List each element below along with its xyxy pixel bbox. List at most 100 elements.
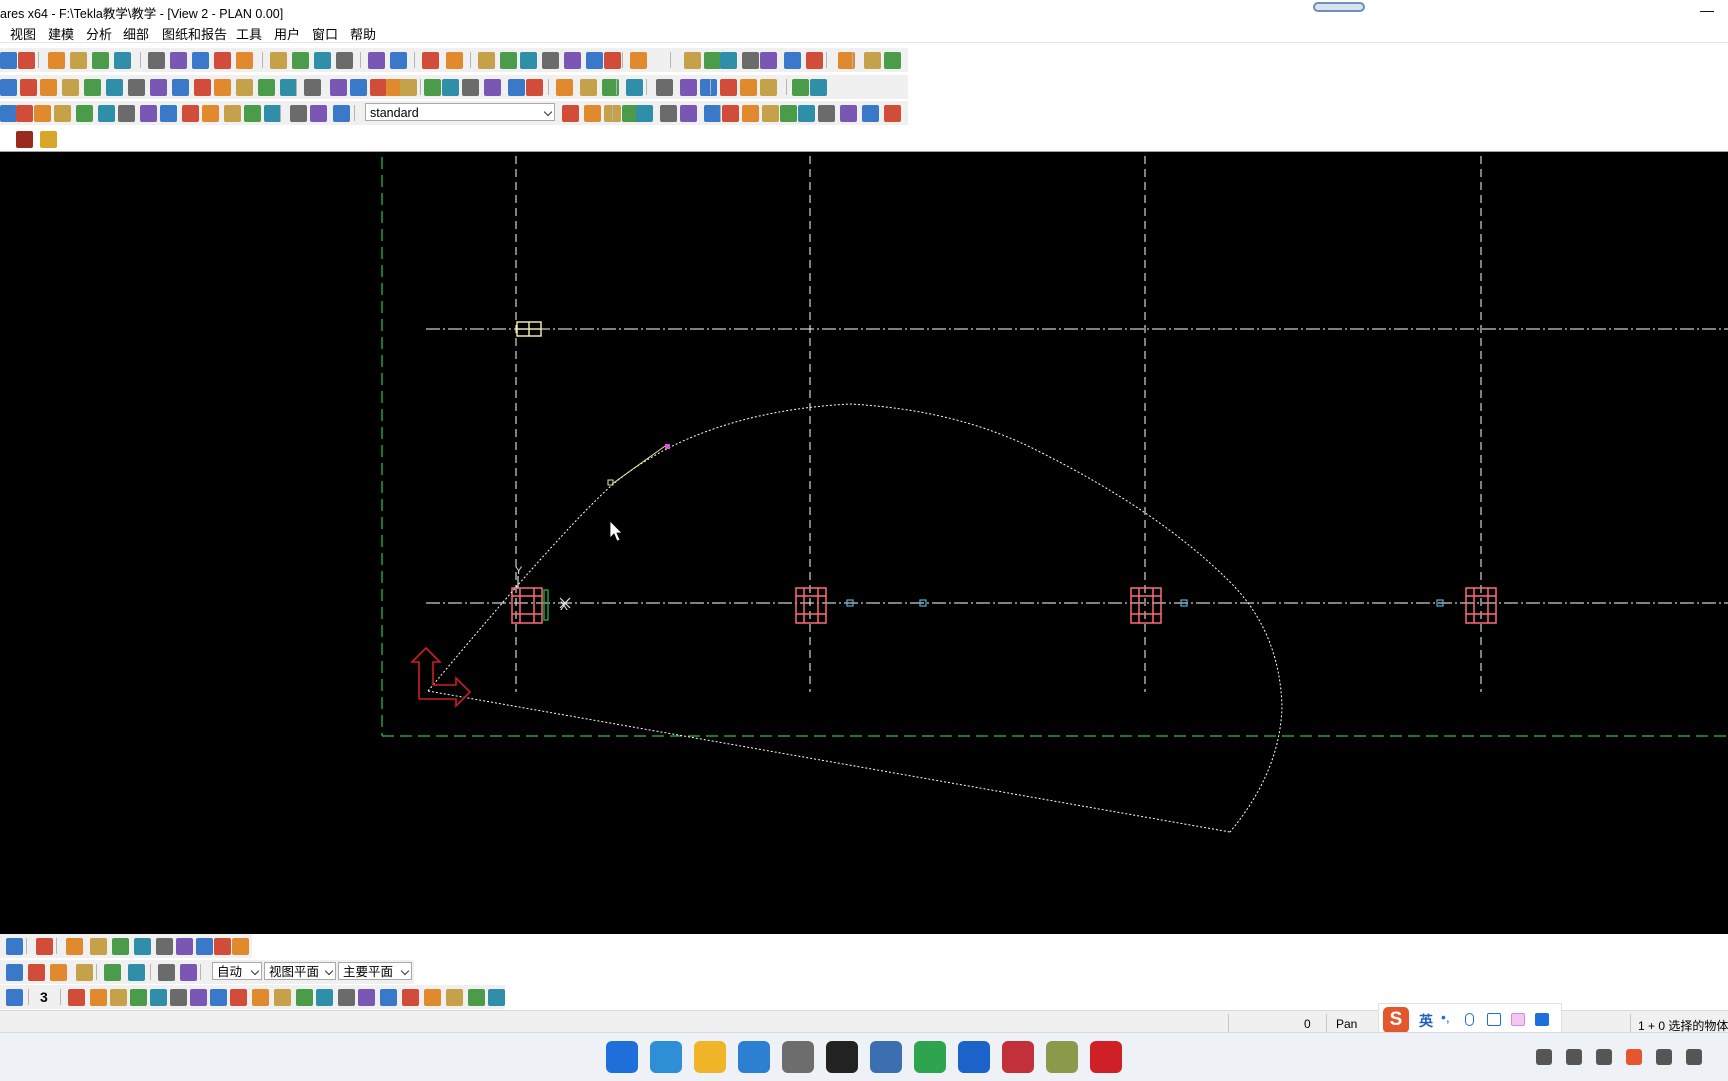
- view-icon[interactable]: [170, 989, 187, 1006]
- print-icon[interactable]: [114, 52, 131, 69]
- rotate-icon[interactable]: [350, 79, 367, 96]
- select-icon[interactable]: [214, 52, 231, 69]
- save-icon[interactable]: [884, 52, 901, 69]
- combine-icon[interactable]: [446, 989, 463, 1006]
- taskbar-sheet-app-icon[interactable]: [1046, 1041, 1078, 1073]
- clash-icon[interactable]: [316, 989, 333, 1006]
- measure-icon[interactable]: [636, 105, 653, 122]
- angle-icon[interactable]: [564, 52, 581, 69]
- new-icon[interactable]: [48, 52, 65, 69]
- select-icon[interactable]: [182, 105, 199, 122]
- print-icon[interactable]: [106, 79, 123, 96]
- split-icon[interactable]: [584, 105, 601, 122]
- new-icon[interactable]: [90, 989, 107, 1006]
- redo-icon[interactable]: [36, 938, 53, 955]
- clash-icon[interactable]: [280, 79, 297, 96]
- split-icon[interactable]: [424, 989, 441, 1006]
- open-icon[interactable]: [760, 79, 777, 96]
- link-icon[interactable]: [762, 105, 779, 122]
- taskbar-file-explorer-icon[interactable]: [694, 1041, 726, 1073]
- part-icon[interactable]: [236, 52, 253, 69]
- grid-icon[interactable]: [424, 79, 441, 96]
- undo-icon[interactable]: [6, 938, 23, 955]
- punctuation-icon[interactable]: •,: [1441, 1009, 1455, 1025]
- toolbox-icon[interactable]: [1535, 1013, 1549, 1026]
- window-icon[interactable]: [140, 105, 157, 122]
- save-icon[interactable]: [112, 938, 129, 955]
- line-icon[interactable]: [722, 105, 739, 122]
- menu-tools[interactable]: 工具: [236, 24, 262, 43]
- open-icon[interactable]: [76, 964, 93, 981]
- taskbar-calculator-icon[interactable]: [782, 1041, 814, 1073]
- phase-select[interactable]: standard: [365, 103, 555, 121]
- taskbar-snipping-tool-icon[interactable]: [870, 1041, 902, 1073]
- link-icon[interactable]: [580, 79, 597, 96]
- export-icon[interactable]: [840, 105, 857, 122]
- mirror-icon[interactable]: [402, 989, 419, 1006]
- clash-icon[interactable]: [264, 105, 281, 122]
- cut-icon[interactable]: [172, 79, 189, 96]
- save-icon[interactable]: [92, 52, 109, 69]
- cut-icon[interactable]: [210, 989, 227, 1006]
- move-icon[interactable]: [358, 989, 375, 1006]
- line-icon[interactable]: [526, 79, 543, 96]
- window-icon[interactable]: [180, 964, 197, 981]
- link-icon[interactable]: [684, 52, 701, 69]
- distance-icon[interactable]: [660, 105, 677, 122]
- save-icon[interactable]: [76, 105, 93, 122]
- keyboard-icon[interactable]: [1487, 1013, 1501, 1026]
- open-icon[interactable]: [54, 105, 71, 122]
- taskbar-autocad-icon[interactable]: [1090, 1041, 1122, 1073]
- move-icon[interactable]: [368, 52, 385, 69]
- rotate-icon[interactable]: [380, 989, 397, 1006]
- tray-volume-icon[interactable]: [1686, 1049, 1702, 1065]
- snap-icon[interactable]: [742, 105, 759, 122]
- redo-icon[interactable]: [806, 52, 823, 69]
- main-plane-select[interactable]: 主要平面: [338, 962, 412, 980]
- new-icon[interactable]: [40, 79, 57, 96]
- skin-icon[interactable]: [1511, 1013, 1525, 1026]
- menu-drawings-reports[interactable]: 图纸和报告: [162, 24, 227, 43]
- save-icon[interactable]: [84, 79, 101, 96]
- column-icon[interactable]: [40, 131, 57, 148]
- drawing-icon[interactable]: [274, 989, 291, 1006]
- plan-view-graphics[interactable]: Y X: [0, 152, 1728, 935]
- split-icon[interactable]: [446, 52, 463, 69]
- clash-icon[interactable]: [314, 52, 331, 69]
- undo-icon[interactable]: [0, 79, 17, 96]
- numbering-icon[interactable]: [780, 105, 797, 122]
- steel-beam-icon[interactable]: [16, 131, 33, 148]
- save-icon[interactable]: [130, 989, 147, 1006]
- select-icon[interactable]: [230, 989, 247, 1006]
- distance-icon[interactable]: [462, 79, 479, 96]
- line-icon[interactable]: [604, 52, 621, 69]
- macro-icon[interactable]: [656, 79, 673, 96]
- arc-icon[interactable]: [508, 79, 525, 96]
- combine-icon[interactable]: [478, 52, 495, 69]
- microphone-icon[interactable]: [1465, 1013, 1474, 1026]
- rotate-icon[interactable]: [390, 52, 407, 69]
- open-icon[interactable]: [90, 938, 107, 955]
- export-icon[interactable]: [760, 52, 777, 69]
- tray-ime-icon[interactable]: [1596, 1049, 1612, 1065]
- undo-icon[interactable]: [784, 52, 801, 69]
- print-icon[interactable]: [134, 938, 151, 955]
- new-icon[interactable]: [34, 105, 51, 122]
- snap-icon[interactable]: [630, 52, 647, 69]
- cut-icon[interactable]: [196, 938, 213, 955]
- mirror-icon[interactable]: [562, 105, 579, 122]
- column-top[interactable]: [516, 321, 542, 337]
- undo-icon[interactable]: [700, 79, 717, 96]
- macro-icon[interactable]: [818, 105, 835, 122]
- report-icon[interactable]: [292, 52, 309, 69]
- taskbar-media-player-icon[interactable]: [826, 1041, 858, 1073]
- report-icon[interactable]: [244, 105, 261, 122]
- undo-icon[interactable]: [0, 105, 17, 122]
- print-icon[interactable]: [810, 79, 827, 96]
- taskbar-tekla-structures-icon[interactable]: [1002, 1041, 1034, 1073]
- redo-icon[interactable]: [68, 989, 85, 1006]
- redo-icon[interactable]: [720, 79, 737, 96]
- redo-icon[interactable]: [28, 964, 45, 981]
- print-icon[interactable]: [150, 989, 167, 1006]
- snap-depth-select[interactable]: 自动: [212, 962, 262, 980]
